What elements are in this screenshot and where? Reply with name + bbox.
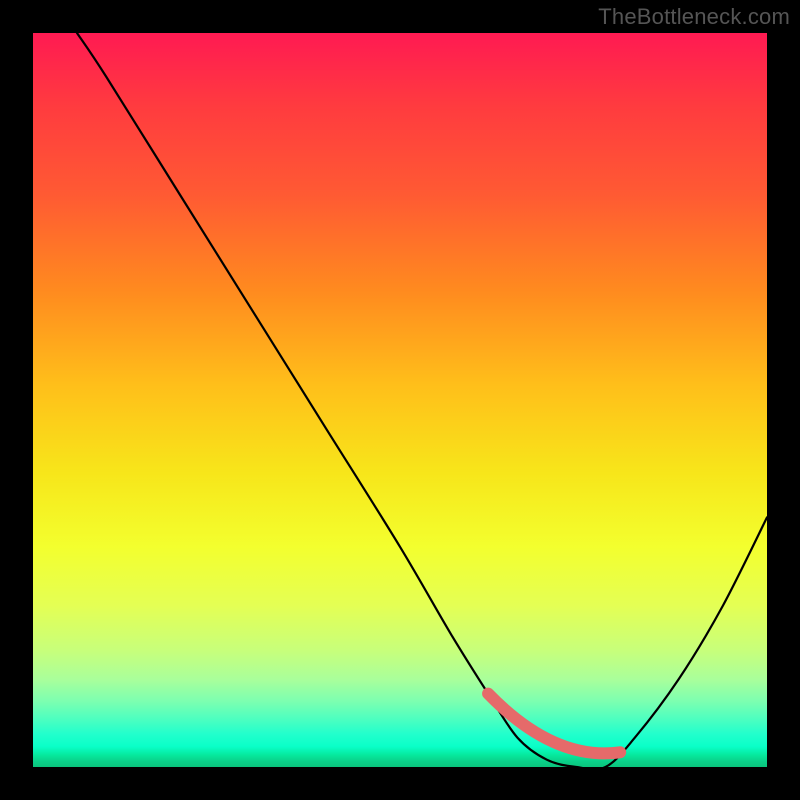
chart-frame: TheBottleneck.com xyxy=(0,0,800,800)
attribution-text: TheBottleneck.com xyxy=(598,4,790,30)
plot-area xyxy=(33,33,767,767)
bottleneck-curve xyxy=(77,33,767,769)
curve-svg xyxy=(33,33,767,767)
